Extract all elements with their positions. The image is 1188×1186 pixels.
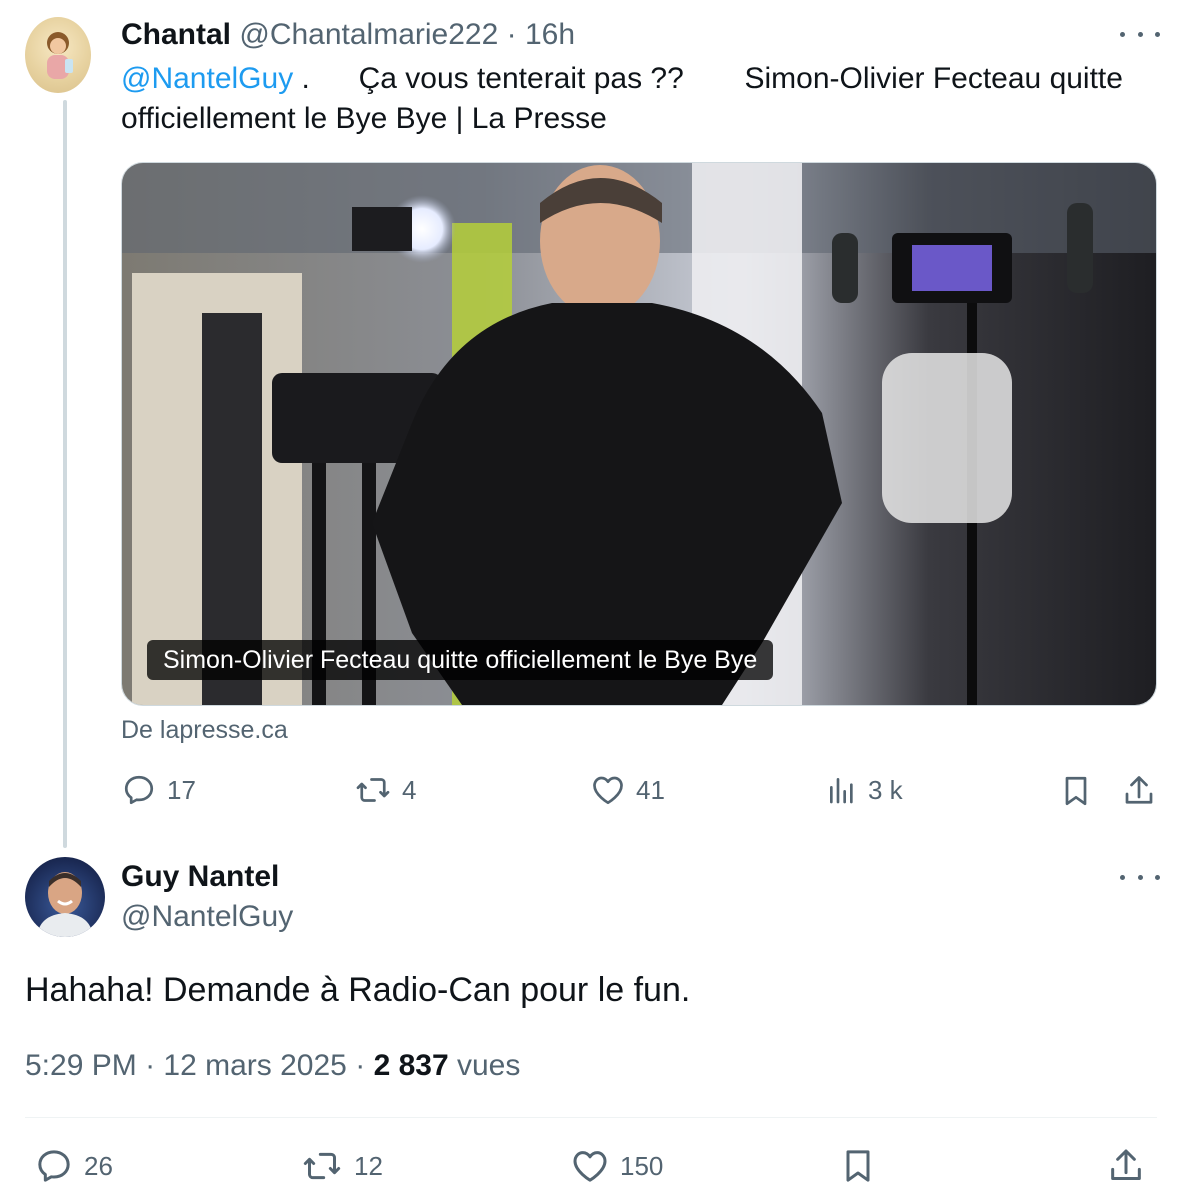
repost-button[interactable]: 4: [354, 772, 416, 808]
mention-link[interactable]: @NantelGuy: [121, 62, 293, 95]
user-handle[interactable]: @NantelGuy: [121, 897, 293, 937]
reply-count: 17: [167, 774, 196, 805]
timestamp[interactable]: 16h: [525, 18, 575, 51]
repost-button[interactable]: 12: [300, 1146, 383, 1186]
user-handle[interactable]: @Chantalmarie222: [239, 18, 498, 51]
reply-icon: [124, 775, 154, 805]
bookmark-button[interactable]: [1058, 772, 1094, 810]
reply-icon: [38, 1150, 70, 1182]
repost-count: 12: [354, 1150, 383, 1181]
divider: [25, 1117, 1157, 1118]
link-card-image[interactable]: [121, 162, 1157, 706]
tweet-text-part: Ça vous tenterait pas ??: [358, 62, 684, 95]
tweet-date[interactable]: 12 mars 2025: [163, 1049, 346, 1082]
tweet-time[interactable]: 5:29 PM: [25, 1049, 137, 1082]
separator: ·: [355, 1049, 366, 1082]
tweet-text: @NantelGuy . Ça vous tenterait pas ?? Si…: [121, 59, 1161, 139]
share-icon: [1111, 1149, 1141, 1180]
tweet-header: Chantal @Chantalmarie222 · 16h: [121, 15, 575, 55]
like-button[interactable]: 41: [590, 772, 665, 808]
view-count: 3 k: [868, 774, 903, 805]
separator: ·: [145, 1049, 156, 1082]
like-count: 150: [620, 1150, 664, 1181]
views-label: vues: [456, 1049, 521, 1082]
like-count: 41: [636, 774, 665, 805]
tweet-text: Hahaha! Demande à Radio-Can pour le fun.: [25, 971, 691, 1009]
like-icon: [593, 776, 623, 805]
card-source[interactable]: De lapresse.ca: [121, 714, 288, 746]
avatar[interactable]: [25, 17, 91, 93]
more-icon[interactable]: [1120, 867, 1160, 887]
avatar[interactable]: [25, 857, 105, 937]
bookmark-icon: [1065, 776, 1087, 806]
view-count: 2 837: [373, 1049, 449, 1082]
bookmark-button[interactable]: [838, 1146, 878, 1186]
views-icon: [830, 778, 853, 804]
separator: ·: [506, 18, 517, 51]
repost-icon: [356, 778, 390, 802]
tweet-meta: 5:29 PM · 12 mars 2025 · 2 837 vues: [25, 1046, 520, 1086]
card-caption: Simon-Olivier Fecteau quitte officiellem…: [147, 640, 774, 680]
like-button[interactable]: 150: [570, 1146, 663, 1186]
repost-count: 4: [402, 774, 417, 805]
share-button[interactable]: [1106, 1146, 1146, 1186]
reply-button[interactable]: 17: [121, 772, 196, 808]
thread-connector-line: [63, 100, 67, 848]
views-button[interactable]: 3 k: [826, 772, 903, 808]
repost-icon: [303, 1152, 341, 1180]
display-name[interactable]: Chantal: [121, 18, 231, 51]
share-button[interactable]: [1121, 772, 1157, 810]
more-icon[interactable]: [1120, 24, 1160, 44]
reply-button[interactable]: 26: [34, 1146, 113, 1186]
display-name[interactable]: Guy Nantel: [121, 857, 279, 897]
share-icon: [1125, 776, 1153, 804]
tweet-text-part: .: [301, 62, 310, 95]
bookmark-icon: [846, 1150, 870, 1182]
reply-count: 26: [84, 1150, 113, 1181]
like-icon: [573, 1151, 607, 1182]
